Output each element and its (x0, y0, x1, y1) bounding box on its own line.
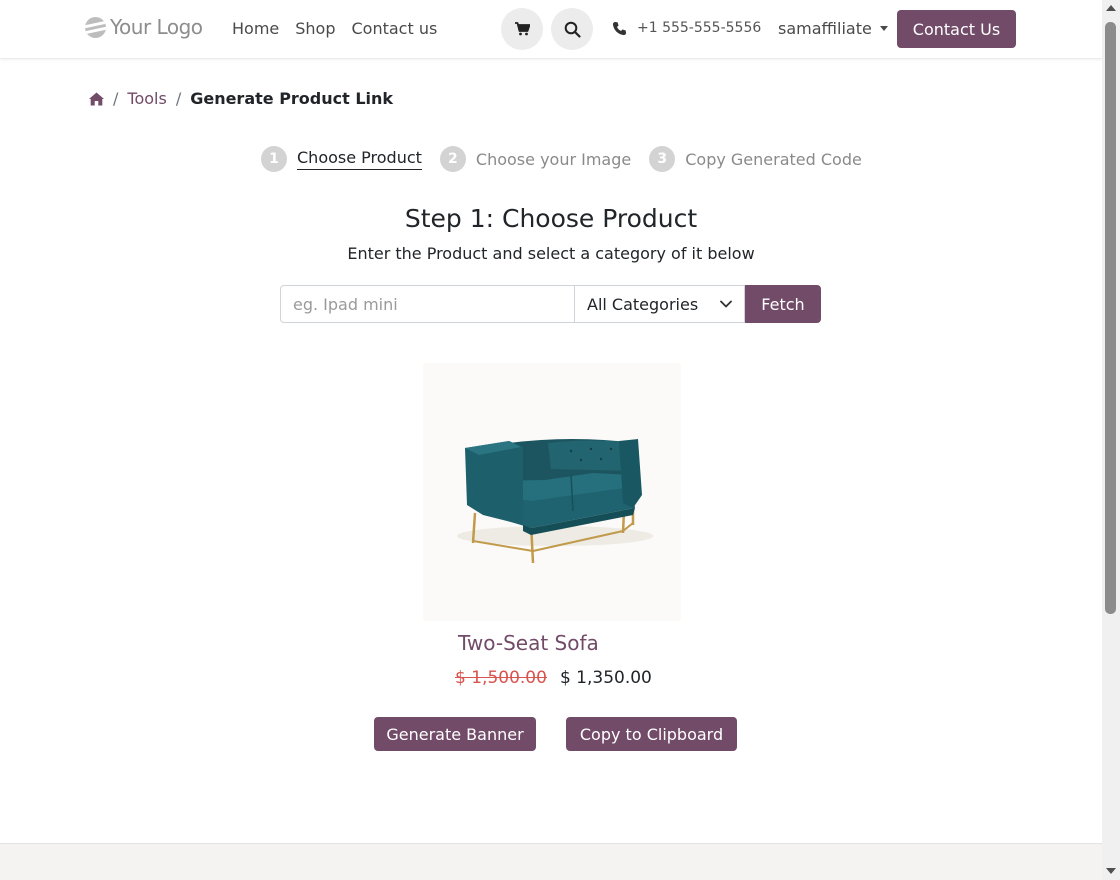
caret-down-icon (879, 26, 888, 31)
fetch-button[interactable]: Fetch (745, 285, 821, 323)
current-price: $ 1,350.00 (559, 668, 652, 688)
step-number: 1 (261, 146, 287, 172)
product-search-form: All Categories Fetch (280, 285, 821, 323)
nav-contact-us[interactable]: Contact us (352, 19, 438, 38)
home-icon[interactable] (89, 92, 104, 106)
logo-icon (85, 16, 106, 38)
sofa-image (457, 439, 653, 564)
generate-banner-button[interactable]: Generate Banner (374, 717, 536, 751)
old-price: $ 1,500.00 (455, 668, 547, 688)
search-icon (564, 21, 581, 38)
step-choose-product[interactable]: 1 Choose Product (261, 146, 422, 172)
breadcrumb-separator: / (113, 89, 119, 108)
logo-text: Your Logo (110, 15, 203, 39)
page-subtitle: Enter the Product and select a category … (347, 244, 755, 263)
cart-button[interactable] (501, 8, 543, 50)
product-image[interactable] (423, 363, 681, 621)
breadcrumb-tools[interactable]: Tools (127, 89, 166, 108)
phone-icon (612, 21, 627, 35)
step-number: 3 (649, 146, 676, 172)
step-number: 2 (439, 146, 466, 172)
step-copy-code[interactable]: 3 Copy Generated Code (649, 146, 862, 172)
site-header: Your Logo Home Shop Contact us +1 555-55… (0, 0, 1102, 59)
user-menu-dropdown[interactable]: samaffiliate (778, 19, 888, 38)
copy-to-clipboard-button[interactable]: Copy to Clipboard (566, 717, 737, 751)
product-name[interactable]: Two-Seat Sofa (458, 631, 599, 655)
breadcrumb: / Tools / Generate Product Link (89, 89, 393, 108)
step-label: Choose your Image (475, 149, 632, 169)
page-title: Step 1: Choose Product (404, 204, 698, 233)
main-nav: Home Shop Contact us (232, 19, 437, 38)
search-button[interactable] (551, 8, 593, 50)
wizard-steps: 1 Choose Product 2 Choose your Image 3 C… (261, 146, 880, 172)
site-footer (0, 843, 1102, 880)
step-label: Copy Generated Code (685, 149, 862, 169)
phone-contact[interactable]: +1 555-555-5556 (612, 20, 761, 36)
phone-number: +1 555-555-5556 (637, 20, 762, 36)
category-selected-value: All Categories (587, 294, 699, 314)
nav-home[interactable]: Home (232, 19, 279, 38)
breadcrumb-separator: / (175, 89, 182, 108)
scroll-up-arrow-icon[interactable] (1106, 5, 1116, 11)
nav-shop[interactable]: Shop (295, 19, 335, 38)
step-choose-image[interactable]: 2 Choose your Image (439, 146, 632, 172)
category-select[interactable]: All Categories (574, 285, 745, 323)
site-logo[interactable]: Your Logo (85, 15, 203, 39)
product-price: $ 1,500.00 $ 1,350.00 (455, 668, 652, 688)
contact-us-button[interactable]: Contact Us (897, 10, 1016, 48)
scrollbar-thumb[interactable] (1105, 22, 1116, 614)
cart-icon (514, 22, 530, 36)
product-search-input[interactable] (280, 285, 574, 323)
breadcrumb-current: Generate Product Link (190, 89, 394, 108)
chevron-down-icon (720, 300, 732, 308)
step-label: Choose Product (297, 148, 422, 170)
user-name: samaffiliate (778, 19, 872, 38)
vertical-scrollbar[interactable] (1102, 0, 1120, 880)
scroll-down-arrow-icon[interactable] (1106, 868, 1116, 874)
